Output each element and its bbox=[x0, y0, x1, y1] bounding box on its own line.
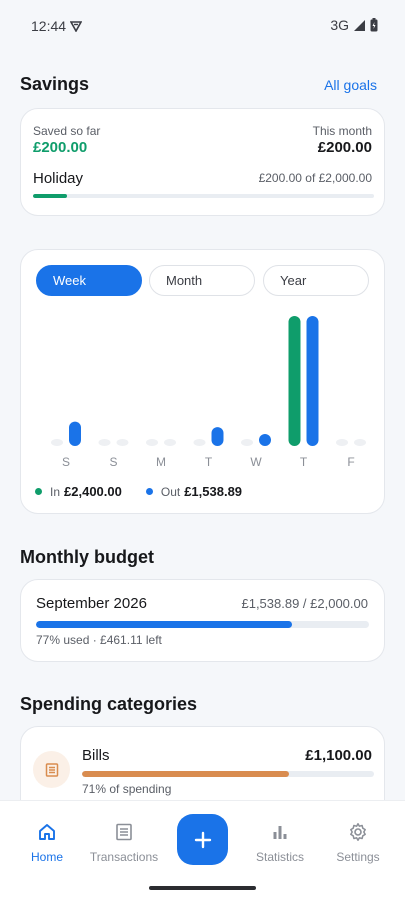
bar-out-1 bbox=[116, 439, 129, 446]
budget-card[interactable]: September 2026 £1,538.89 / £2,000.00 77%… bbox=[20, 579, 385, 662]
add-transaction-button[interactable] bbox=[177, 814, 228, 865]
out-legend-label: Out bbox=[160, 484, 181, 499]
chart-legend: In £2,400.00 Out £1,538.89 bbox=[35, 484, 242, 499]
tab-year[interactable]: Year bbox=[263, 265, 369, 296]
network-label: 3G bbox=[330, 17, 349, 33]
x-tick-label: F bbox=[347, 455, 354, 469]
category-name: Bills bbox=[82, 747, 110, 764]
nav-home[interactable]: Home bbox=[7, 821, 87, 864]
bar-in-1 bbox=[98, 439, 111, 446]
budget-note: 77% used · £461.11 left bbox=[36, 633, 162, 647]
bar-chart-icon bbox=[240, 821, 320, 843]
month-label: This month bbox=[312, 124, 372, 138]
category-progress-track bbox=[82, 771, 374, 777]
category-progress-fill bbox=[82, 771, 290, 777]
receipt-icon bbox=[84, 821, 164, 843]
bar-out-6 bbox=[354, 439, 366, 446]
bar-in-2 bbox=[146, 439, 158, 446]
bar-in-6 bbox=[336, 439, 348, 446]
nav-settings[interactable]: Settings bbox=[318, 821, 398, 864]
budget-month: September 2026 bbox=[36, 595, 147, 612]
month-value: £200.00 bbox=[317, 139, 372, 156]
bar-in-4 bbox=[241, 439, 253, 446]
x-tick-label: T bbox=[205, 455, 213, 469]
x-tick-label: T bbox=[300, 455, 308, 469]
nav-statistics[interactable]: Statistics bbox=[240, 821, 320, 864]
goal-name: Holiday bbox=[33, 170, 84, 187]
x-tick-label: W bbox=[250, 455, 262, 469]
tab-week[interactable]: Week bbox=[36, 265, 142, 296]
nav-transactions-label: Transactions bbox=[89, 850, 159, 864]
bottom-nav: Home Transactions Statistics Settings bbox=[0, 800, 405, 900]
category-note: 71% of spending bbox=[82, 782, 172, 796]
out-legend-dot bbox=[145, 488, 153, 495]
goal-progress-track bbox=[33, 194, 374, 198]
x-tick-label: S bbox=[109, 455, 117, 469]
goal-progress-fill bbox=[33, 194, 68, 198]
saved-value: £200.00 bbox=[33, 139, 88, 156]
cashflow-bar-chart: SSMTWTF bbox=[51, 316, 366, 469]
savings-title: Savings bbox=[20, 74, 90, 94]
all-goals-link[interactable]: All goals bbox=[324, 77, 377, 93]
in-legend-value: £2,400.00 bbox=[64, 484, 122, 499]
home-indicator bbox=[149, 886, 256, 890]
savings-card[interactable]: Saved so far £200.00 This month £200.00 … bbox=[20, 108, 385, 216]
budget-title: Monthly budget bbox=[20, 547, 154, 567]
bar-out-4 bbox=[259, 434, 271, 446]
nav-settings-label: Settings bbox=[336, 850, 380, 864]
status-time: 12:44 bbox=[31, 18, 67, 34]
status-bar: 12:44 3G bbox=[0, 0, 405, 52]
nav-home-label: Home bbox=[30, 850, 63, 864]
cashflow-chart-card: Week Month Year S S M T W T F In £2,400.00 Out… bbox=[20, 249, 385, 514]
budget-progress-fill bbox=[36, 621, 293, 628]
bar-out-3 bbox=[211, 427, 224, 446]
bar-out-2 bbox=[164, 439, 176, 446]
bar-in-5 bbox=[288, 316, 301, 446]
bar-out-5 bbox=[306, 316, 319, 446]
x-tick-label: S bbox=[62, 455, 70, 469]
receipt-icon bbox=[33, 751, 70, 788]
battery-icon bbox=[370, 18, 378, 32]
budget-amount: £1,538.89 / £2,000.00 bbox=[241, 596, 368, 611]
out-legend-value: £1,538.89 bbox=[184, 484, 243, 499]
bar-in-3 bbox=[193, 439, 206, 446]
budget-progress-track bbox=[36, 621, 369, 628]
plus-icon bbox=[194, 831, 211, 848]
signal-icon bbox=[354, 19, 365, 31]
category-amount: £1,100.00 bbox=[305, 747, 372, 764]
x-tick-label: M bbox=[156, 455, 166, 469]
categories-title: Spending categories bbox=[20, 694, 198, 714]
vpn-icon bbox=[69, 19, 83, 37]
saved-label: Saved so far bbox=[33, 124, 101, 138]
in-legend-dot bbox=[35, 488, 42, 495]
in-legend-label: In bbox=[50, 484, 61, 499]
goal-amount: £200.00 of £2,000.00 bbox=[258, 171, 372, 185]
nav-statistics-label: Statistics bbox=[255, 850, 304, 864]
gear-icon bbox=[318, 821, 398, 843]
nav-transactions[interactable]: Transactions bbox=[84, 821, 164, 864]
bar-out-0 bbox=[69, 421, 81, 446]
bar-in-0 bbox=[51, 439, 63, 446]
home-icon bbox=[7, 821, 87, 843]
tab-month[interactable]: Month bbox=[149, 265, 255, 296]
